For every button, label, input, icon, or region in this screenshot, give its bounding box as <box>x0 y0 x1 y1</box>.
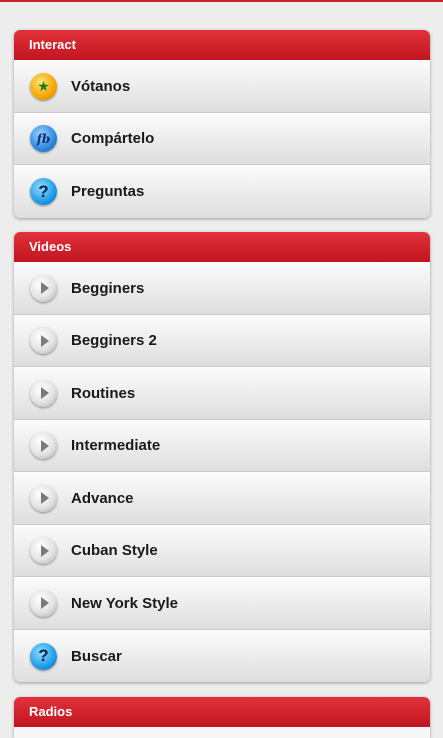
menu-item-label: Begginers 2 <box>71 332 157 350</box>
menu-item-routines[interactable]: Routines <box>14 367 430 420</box>
play-icon <box>30 379 57 407</box>
menu-item-advance[interactable]: Advance <box>14 472 430 525</box>
menu-item-label: Intermediate <box>71 437 161 455</box>
menu-item-compartelo[interactable]: fb Compártelo <box>14 112 430 165</box>
menu-item-begginers[interactable]: Begginers <box>14 262 430 315</box>
menu-item-label: Compártelo <box>71 130 155 148</box>
section-header-radios: Radios <box>14 697 430 727</box>
play-icon <box>30 432 57 460</box>
menu-item-label: Begginers <box>71 279 145 297</box>
menu-item-label: Vótanos <box>71 77 131 95</box>
play-icon <box>30 537 57 565</box>
facebook-icon: fb <box>30 125 57 153</box>
section-videos: Videos Begginers Begginers 2 Routines In… <box>14 232 430 682</box>
menu-item-preguntas[interactable]: ? Preguntas <box>14 165 430 218</box>
menu-item-label: Preguntas <box>71 183 145 201</box>
section-interact: Interact ★ Vótanos fb Compártelo ? Pregu… <box>14 30 430 218</box>
menu-item-cuban-style[interactable]: Cuban Style <box>14 524 430 577</box>
help-icon: ? <box>30 642 57 670</box>
menu-item-label: New York Style <box>71 594 178 612</box>
menu-item-label: Advance <box>71 489 134 507</box>
menu-item-begginers-2[interactable]: Begginers 2 <box>14 314 430 367</box>
menu-item-label: Cuban Style <box>71 542 158 560</box>
top-divider <box>0 0 443 2</box>
help-icon: ? <box>30 178 57 206</box>
menu-item-buscar[interactable]: ? Buscar <box>14 629 430 682</box>
star-icon: ★ <box>30 72 57 100</box>
menu-item-label: Routines <box>71 384 136 402</box>
section-radios: Radios <box>14 697 430 738</box>
menu-item-new-york-style[interactable]: New York Style <box>14 577 430 630</box>
section-header-videos: Videos <box>14 232 430 262</box>
section-header-interact: Interact <box>14 30 430 60</box>
play-icon <box>30 484 57 512</box>
menu-item-label: Buscar <box>71 647 122 665</box>
play-icon <box>30 327 57 355</box>
menu-item-votanos[interactable]: ★ Vótanos <box>14 60 430 113</box>
play-icon <box>30 589 57 617</box>
menu-item-intermediate[interactable]: Intermediate <box>14 419 430 472</box>
play-icon <box>30 274 57 302</box>
